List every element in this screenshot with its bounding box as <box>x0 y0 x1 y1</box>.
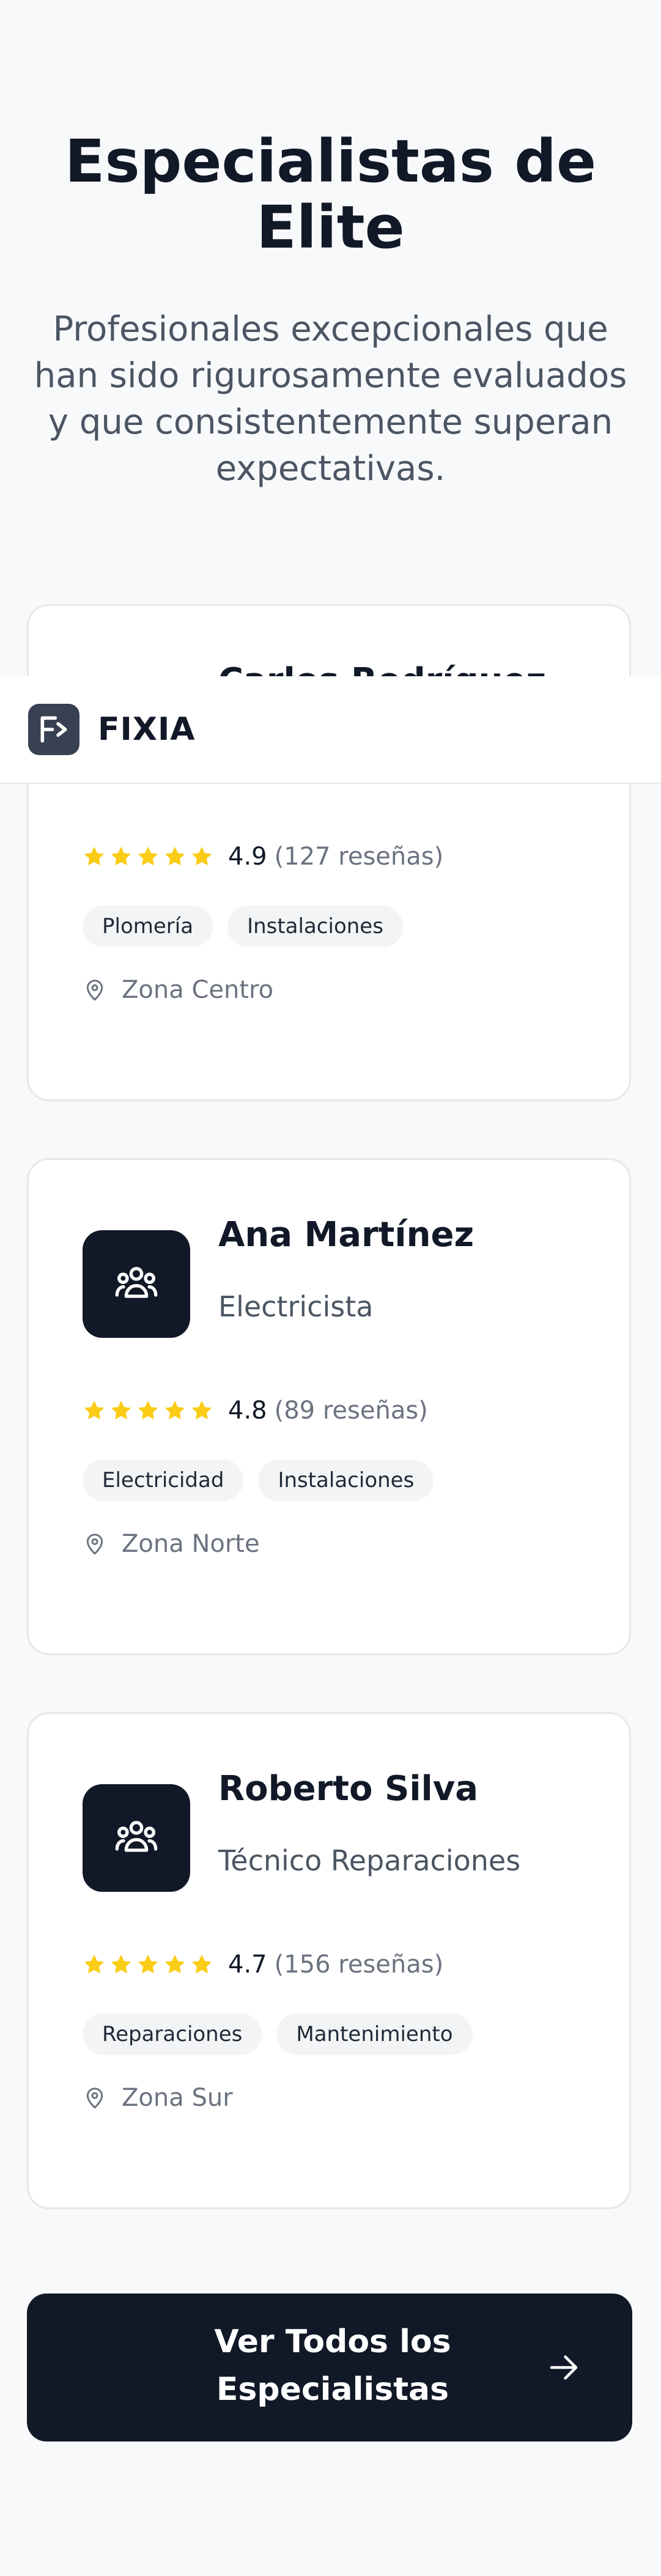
tag-list: Electricidad Instalaciones <box>83 1460 434 1501</box>
users-icon <box>115 1821 158 1852</box>
rating-value: 4.8 <box>228 1397 267 1425</box>
location: Zona Centro <box>83 972 273 1008</box>
map-pin-icon <box>86 980 103 1001</box>
specialist-card[interactable]: Roberto Silva Técnico Reparaciones 4.7 (… <box>27 1712 631 2209</box>
tag: Electricidad <box>83 1460 244 1501</box>
tag-list: Plomería Instalaciones <box>83 906 403 947</box>
cta-label: Ver Todos los Especialistas <box>214 2323 451 2408</box>
star-rating <box>83 845 213 868</box>
tag: Reparaciones <box>83 2013 262 2055</box>
top-navbar: FIXIA <box>0 676 661 784</box>
rating-row: 4.7 (156 reseñas) <box>83 1946 443 1983</box>
star-rating <box>83 1953 213 1976</box>
tag: Instalaciones <box>227 906 403 947</box>
star-icon <box>84 1400 105 1420</box>
star-icon <box>84 846 105 866</box>
star-icon <box>138 1954 158 1974</box>
review-count: (156 reseñas) <box>274 1950 444 1979</box>
fixia-logo-icon[interactable] <box>28 704 79 755</box>
rating-value: 4.7 <box>228 1950 267 1979</box>
logo-mark-icon <box>40 716 67 743</box>
review-count: (89 reseñas) <box>274 1397 428 1425</box>
star-icon <box>111 846 131 866</box>
star-icon <box>138 1400 158 1420</box>
specialist-role: Técnico Reparaciones <box>218 1844 521 1877</box>
tag: Mantenimiento <box>276 2013 473 2055</box>
specialist-name: Ana Martínez <box>218 1215 475 1255</box>
location-label: Zona Norte <box>122 1530 260 1558</box>
users-icon <box>115 1267 158 1298</box>
tag: Instalaciones <box>258 1460 434 1501</box>
page-subtitle: Profesionales excepcionales que han sido… <box>34 309 627 489</box>
avatar <box>83 1230 190 1338</box>
location: Zona Sur <box>83 2080 233 2116</box>
star-rating <box>83 1399 213 1422</box>
location-label: Zona Centro <box>122 976 274 1004</box>
star-icon <box>164 1954 185 1974</box>
star-icon <box>164 1400 185 1420</box>
page-title: Especialistas de Elite <box>64 127 597 262</box>
map-pin-icon <box>86 2087 103 2109</box>
star-icon <box>164 846 185 866</box>
view-all-specialists-button[interactable]: Ver Todos los Especialistas <box>27 2294 632 2441</box>
tag-list: Reparaciones Mantenimiento <box>83 2013 473 2055</box>
rating-value: 4.9 <box>228 843 267 871</box>
rating-row: 4.8 (89 reseñas) <box>83 1392 428 1429</box>
specialist-role: Electricista <box>218 1290 374 1323</box>
tag: Plomería <box>83 906 213 947</box>
brand-name[interactable]: FIXIA <box>98 711 196 748</box>
star-icon <box>84 1954 105 1974</box>
specialist-name: Roberto Silva <box>218 1769 479 1809</box>
specialist-card[interactable]: Ana Martínez Electricista 4.8 (89 reseña… <box>27 1158 631 1655</box>
arrow-right-icon <box>550 2355 578 2380</box>
review-count: (127 reseñas) <box>274 843 444 871</box>
hero-section: Especialistas de Elite Profesionales exc… <box>0 0 661 492</box>
star-icon <box>191 1400 212 1420</box>
star-icon <box>138 846 158 866</box>
star-icon <box>191 1954 212 1974</box>
star-icon <box>111 1400 131 1420</box>
map-pin-icon <box>86 1533 103 1555</box>
location-label: Zona Sur <box>122 2084 233 2112</box>
rating-row: 4.9 (127 reseñas) <box>83 838 443 875</box>
avatar <box>83 1784 190 1892</box>
star-icon <box>111 1954 131 1974</box>
star-icon <box>191 846 212 866</box>
location: Zona Norte <box>83 1526 260 1562</box>
